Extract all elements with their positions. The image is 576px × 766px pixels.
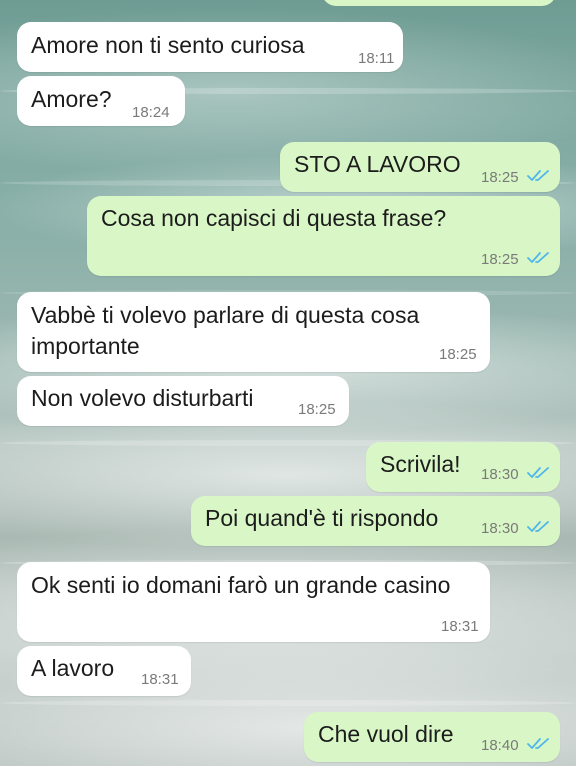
message-bubble-outgoing[interactable]: Cosa non capisci di questa frase? 18:25 (87, 196, 560, 276)
message-text: A lavoro (31, 655, 115, 681)
message-time: 18:25 (481, 169, 519, 186)
read-ticks-icon (527, 169, 551, 183)
message-bubble-incoming[interactable]: Vabbè ti volevo parlare di questa cosa i… (17, 292, 490, 372)
read-ticks-icon (527, 251, 551, 265)
message-time: 18:31 (141, 671, 179, 688)
previous-message-bubble[interactable] (322, 0, 556, 6)
message-bubble-outgoing[interactable]: Poi quand'è ti rispondo 18:30 (191, 496, 560, 546)
message-time: 18:30 (481, 466, 519, 483)
message-text: Non volevo disturbarti (31, 385, 254, 411)
message-text: STO A LAVORO (294, 151, 461, 177)
message-text: Che vuol dire (318, 721, 454, 747)
read-ticks-icon (527, 737, 551, 751)
message-time: 18:25 (481, 251, 519, 268)
message-time: 18:30 (481, 520, 519, 537)
message-time: 18:24 (132, 104, 170, 121)
message-bubble-outgoing[interactable]: Scrivila! 18:30 (366, 442, 560, 492)
message-time: 18:25 (439, 346, 477, 363)
message-bubble-outgoing[interactable]: Che vuol dire 18:40 (304, 712, 560, 762)
message-text: Amore non ti sento curiosa (31, 32, 305, 58)
message-text: Scrivila! (380, 451, 461, 477)
read-ticks-icon (527, 466, 551, 480)
message-time: 18:25 (298, 401, 336, 418)
message-bubble-incoming[interactable]: Ok senti io domani farò un grande casino… (17, 562, 490, 642)
message-time: 18:11 (358, 50, 395, 67)
message-bubble-incoming[interactable]: Amore non ti sento curiosa 18:11 (17, 22, 403, 72)
message-time: 18:40 (481, 737, 519, 754)
message-text: Poi quand'è ti rispondo (205, 505, 439, 531)
message-bubble-incoming[interactable]: A lavoro 18:31 (17, 646, 191, 696)
message-text: Ok senti io domani farò un grande casino (31, 572, 451, 598)
message-text: Vabbè ti volevo parlare di questa cosa i… (31, 302, 420, 359)
message-bubble-outgoing[interactable]: STO A LAVORO 18:25 (280, 142, 560, 192)
message-time: 18:31 (441, 618, 479, 635)
message-text: Cosa non capisci di questa frase? (101, 205, 447, 231)
message-bubble-incoming[interactable]: Non volevo disturbarti 18:25 (17, 376, 349, 426)
read-ticks-icon (527, 520, 551, 534)
background-wave (0, 700, 576, 706)
message-text: Amore? (31, 86, 112, 112)
message-bubble-incoming[interactable]: Amore? 18:24 (17, 76, 185, 126)
